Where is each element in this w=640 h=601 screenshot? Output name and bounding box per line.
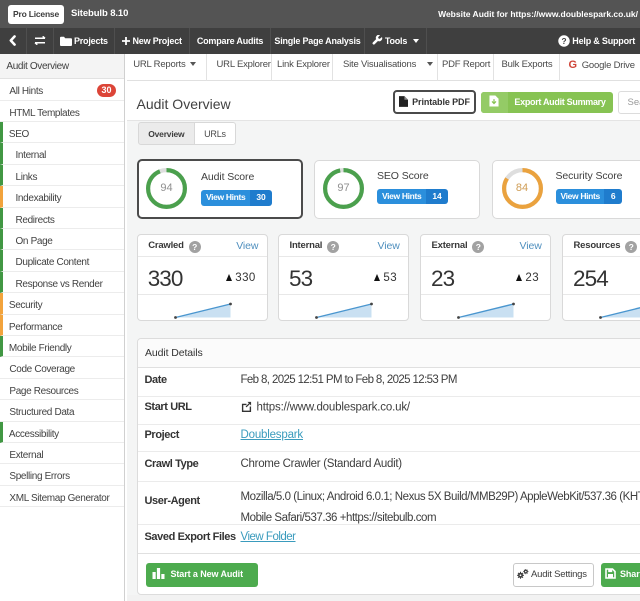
svg-text:?: ? — [562, 35, 567, 45]
